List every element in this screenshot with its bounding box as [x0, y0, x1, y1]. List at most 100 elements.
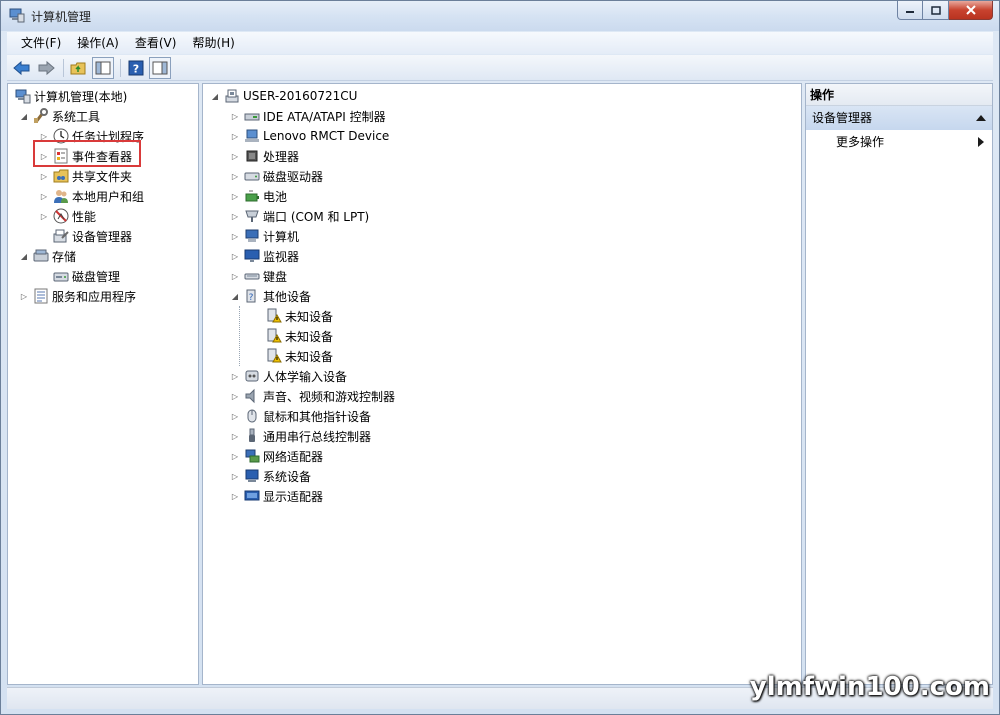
device-category-row[interactable]: ▷ 磁盘驱动器: [229, 166, 323, 186]
device-category-row[interactable]: ▷ 键盘: [229, 266, 287, 286]
expand-arrow-icon[interactable]: ▷: [229, 230, 241, 242]
watermark-text: ylmfwin100.com: [749, 672, 990, 702]
expand-arrow-icon[interactable]: ▷: [229, 110, 241, 122]
menu-help[interactable]: 帮助(H): [184, 33, 242, 53]
mouse-icon: [247, 409, 257, 423]
expand-arrow-icon[interactable]: ▷: [229, 390, 241, 402]
expand-arrow-icon[interactable]: ▷: [229, 490, 241, 502]
tree-node-disk-management[interactable]: 磁盘管理: [50, 266, 120, 286]
forward-button[interactable]: [35, 57, 57, 79]
device-category-row[interactable]: ▷ 监视器: [229, 246, 299, 266]
menu-action[interactable]: 操作(A): [69, 33, 127, 53]
expand-arrow-icon[interactable]: ▷: [229, 170, 241, 182]
back-button[interactable]: [11, 57, 33, 79]
keyboard-icon: [244, 273, 260, 280]
title-bar[interactable]: 计算机管理: [1, 1, 999, 31]
tree-label: 计算机管理(本地): [34, 89, 128, 104]
expand-arrow-icon[interactable]: ▷: [229, 370, 241, 382]
unknown-device-row[interactable]: 未知设备: [263, 306, 333, 326]
device-tree-root[interactable]: ◢ USER-20160721CU: [209, 86, 357, 106]
expand-arrow-icon[interactable]: ▷: [38, 190, 50, 202]
unknown-device-warning-icon: [267, 348, 282, 363]
collapse-up-icon[interactable]: [976, 115, 986, 121]
device-category-row[interactable]: ▷ 网络适配器: [229, 446, 323, 466]
device-category-row[interactable]: ▷ 显示适配器: [229, 486, 323, 506]
tree-node-device-manager[interactable]: 设备管理器: [50, 226, 132, 246]
close-button[interactable]: [949, 1, 993, 20]
device-category-row[interactable]: ▷ 处理器: [229, 146, 299, 166]
device-category-row[interactable]: ▷ 端口 (COM 和 LPT): [229, 206, 369, 226]
unknown-device-row[interactable]: 未知设备: [263, 346, 333, 366]
unknown-device-warning-icon: [267, 328, 282, 343]
device-category-label: 其他设备: [263, 289, 312, 304]
tree-label: 性能: [72, 209, 97, 224]
device-category-row[interactable]: ▷ 鼠标和其他指针设备: [229, 406, 371, 426]
actions-section-label: 设备管理器: [812, 111, 873, 125]
device-category-row[interactable]: ▷ 通用串行总线控制器: [229, 426, 371, 446]
device-category-label: IDE ATA/ATAPI 控制器: [263, 109, 386, 124]
tree-node-storage[interactable]: ◢ 存储: [18, 246, 76, 266]
expand-arrow-icon[interactable]: ▷: [38, 210, 50, 222]
device-manager-highlight-box: [33, 140, 141, 167]
display-adapter-icon: [244, 490, 260, 501]
unknown-device-row[interactable]: 未知设备: [263, 326, 333, 346]
tree-node-system-tools[interactable]: ◢ 系统工具: [18, 106, 100, 126]
tree-node-performance[interactable]: ▷ 性能: [38, 206, 96, 226]
device-category-row[interactable]: ▷ 系统设备: [229, 466, 311, 486]
expand-arrow-icon[interactable]: ▷: [38, 170, 50, 182]
device-category-row[interactable]: ▷ Lenovo RMCT Device: [229, 126, 389, 146]
device-category-row[interactable]: ▷ 声音、视频和游戏控制器: [229, 386, 395, 406]
device-category-label: 监视器: [263, 249, 300, 264]
toolbar-separator: [63, 58, 64, 77]
expand-arrow-icon[interactable]: ▷: [229, 150, 241, 162]
expand-arrow-icon[interactable]: ▷: [229, 450, 241, 462]
show-hide-tree-button[interactable]: [92, 56, 114, 79]
performance-icon: [53, 208, 69, 224]
processor-icon: [246, 150, 258, 162]
tree-node-computer-management[interactable]: 计算机管理(本地): [12, 86, 127, 106]
minimize-button[interactable]: [897, 1, 923, 20]
svg-text:?: ?: [133, 62, 139, 75]
tree-label: 本地用户和组: [72, 189, 145, 204]
device-category-label: 键盘: [263, 269, 288, 284]
expand-arrow-icon[interactable]: ▷: [229, 210, 241, 222]
device-category-label: 端口 (COM 和 LPT): [263, 209, 370, 224]
toolbar: ?: [7, 55, 993, 81]
collapse-arrow-icon[interactable]: ◢: [209, 90, 221, 102]
expand-arrow-icon[interactable]: ▷: [229, 250, 241, 262]
device-category-row[interactable]: ▷ 计算机: [229, 226, 299, 246]
device-tree-pane: ◢ USER-20160721CU ▷ IDE ATA/ATAPI 控制器 ▷ Len…: [202, 83, 802, 685]
maximize-button[interactable]: [923, 1, 949, 20]
device-category-row[interactable]: ◢? 其他设备: [229, 286, 311, 306]
device-category-row[interactable]: ▷ 人体学输入设备: [229, 366, 347, 386]
collapse-arrow-icon[interactable]: ◢: [18, 250, 30, 262]
expand-arrow-icon[interactable]: ▷: [229, 470, 241, 482]
show-hide-action-pane-button[interactable]: [149, 56, 171, 79]
expand-arrow-icon[interactable]: ▷: [229, 430, 241, 442]
shared-folder-icon: [53, 169, 69, 183]
toolbar-separator: [120, 58, 121, 77]
expand-arrow-icon[interactable]: ▷: [229, 190, 241, 202]
tree-node-services-applications[interactable]: ▷ 服务和应用程序: [18, 286, 136, 306]
computer-management-icon: [15, 89, 31, 104]
expand-arrow-icon[interactable]: ▷: [229, 270, 241, 282]
help-button[interactable]: ?: [125, 57, 147, 79]
expand-arrow-icon[interactable]: ▷: [229, 410, 241, 422]
maximize-icon: [930, 5, 941, 15]
collapse-arrow-icon[interactable]: ◢: [18, 110, 30, 122]
more-actions-item[interactable]: 更多操作: [806, 130, 992, 154]
expand-arrow-icon[interactable]: ▷: [229, 130, 241, 142]
console-tree-icon: [95, 61, 111, 74]
menu-view[interactable]: 查看(V): [127, 33, 185, 53]
battery-icon: [245, 190, 259, 202]
actions-section-device-manager[interactable]: 设备管理器: [806, 106, 992, 130]
device-category-row[interactable]: ▷ 电池: [229, 186, 287, 206]
menu-file[interactable]: 文件(F): [13, 33, 69, 53]
expand-arrow-icon[interactable]: ▷: [18, 290, 30, 302]
up-level-button[interactable]: [68, 57, 90, 79]
device-category-label: 显示适配器: [263, 489, 324, 504]
tree-node-local-users-groups[interactable]: ▷ 本地用户和组: [38, 186, 144, 206]
collapse-arrow-icon[interactable]: ◢: [229, 290, 241, 302]
device-category-row[interactable]: ▷ IDE ATA/ATAPI 控制器: [229, 106, 386, 126]
tree-node-shared-folders[interactable]: ▷ 共享文件夹: [38, 166, 132, 186]
